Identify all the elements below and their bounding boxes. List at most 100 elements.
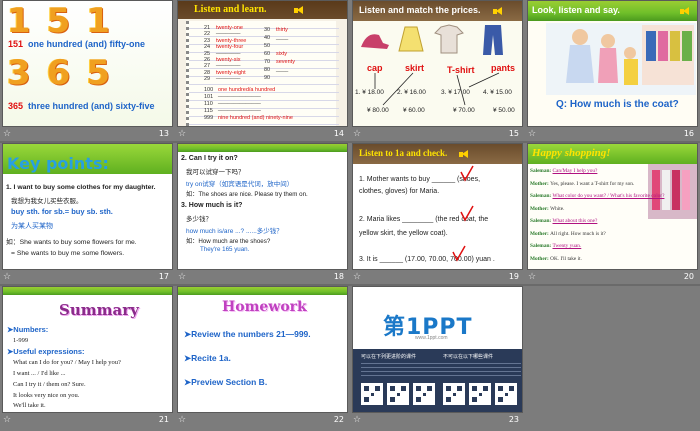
homework-item-3: ➤Preview Section B. xyxy=(184,377,268,387)
price-option-3: 3. ¥ 17.00 xyxy=(441,89,470,96)
price-option-1: 1. ¥ 18.00 xyxy=(355,89,384,96)
expression-1: What can I do for you? / May I help you? xyxy=(13,359,121,366)
dialogue-text: White. xyxy=(550,205,565,212)
slide-thumbnail-19[interactable]: Listen to 1a and check. 1. Mother wants … xyxy=(350,143,525,286)
info-right-caption: 不可以在以下哪些课件 xyxy=(443,354,494,360)
dialogue-text: Twenty yuan. xyxy=(552,243,582,249)
slide-20-canvas[interactable]: Happy shopping! Saleman: Can/May I help … xyxy=(527,143,698,270)
slide-thumbnail-22[interactable]: Homework ➤Review the numbers 21—999. ➤Re… xyxy=(175,286,350,429)
dialogue-line: Saleman: Twenty yuan. xyxy=(530,243,581,249)
number-70: 70 xyxy=(264,59,271,65)
number-80: 80 xyxy=(264,67,271,73)
slide-15-canvas[interactable]: Listen and match the prices. cap skirt T… xyxy=(352,0,523,127)
slide-19-transition-icon[interactable]: ☆ xyxy=(353,272,361,282)
slide-16-canvas[interactable]: Look, listen and say. Q: How much is the… xyxy=(527,0,698,127)
slide-22-title: Homework xyxy=(222,299,307,315)
slide-18-transition-icon[interactable]: ☆ xyxy=(178,272,186,282)
slide-18-number: 18 xyxy=(333,272,344,281)
number-21: 21 xyxy=(204,25,211,31)
price-option-4: 4. ¥ 15.00 xyxy=(483,89,512,96)
homework-item-1: ➤Review the numbers 21—999. xyxy=(184,329,311,339)
slide-14-transition-icon[interactable]: ☆ xyxy=(178,129,186,139)
slide-thumbnail-23[interactable]: 第1PPT www.1ppt.com 可以在下列更进阶的课件 不可以在以下哪些课… xyxy=(350,286,525,429)
speaker-icon xyxy=(294,6,303,15)
slide-22-canvas[interactable]: Homework ➤Review the numbers 21—999. ➤Re… xyxy=(177,286,348,413)
slide-23-canvas[interactable]: 第1PPT www.1ppt.com 可以在下列更进阶的课件 不可以在以下哪些课… xyxy=(352,286,523,413)
slide-20-transition-icon[interactable]: ☆ xyxy=(528,272,536,282)
slide-thumbnail-21[interactable]: Summary ➤Numbers: 1-999 ➤Useful expressi… xyxy=(0,286,175,429)
number-23: 23 xyxy=(204,37,211,44)
blank-22: ________ xyxy=(216,29,241,36)
slide-thumbnail-18[interactable]: 2. Can I try it on? 我可以试穿一下吗？ try on试穿（如… xyxy=(175,143,350,286)
slide-14-title: Listen and learn. xyxy=(194,4,267,15)
dialogue-line: Saleman: Can/May I help you? xyxy=(530,168,597,174)
word-30: thirty xyxy=(276,27,288,33)
slide-21-canvas[interactable]: Summary ➤Numbers: 1-999 ➤Useful expressi… xyxy=(2,286,173,413)
qr-code-group xyxy=(361,383,517,405)
slide-21-transition-icon[interactable]: ☆ xyxy=(3,415,11,425)
number-50: 50 xyxy=(264,43,271,49)
slide-20-number: 20 xyxy=(683,272,694,281)
price-value-1: ¥ 80.00 xyxy=(367,107,389,114)
slide-13-number: 13 xyxy=(158,129,169,138)
slide-13-transition-icon[interactable]: ☆ xyxy=(3,129,11,139)
slide-16-transition-icon[interactable]: ☆ xyxy=(528,129,536,139)
slide-22-number: 22 xyxy=(333,415,344,424)
point-3-example: 如：How much are the shoes? xyxy=(186,238,271,245)
slide-15-transition-icon[interactable]: ☆ xyxy=(353,129,361,139)
dialogue-text: OK. I'll take it. xyxy=(550,255,582,262)
dialogue-line: Mother: Yes, please. I want a T-shirt fo… xyxy=(530,181,634,187)
word-70: seventy xyxy=(276,59,295,65)
homework-item-2: ➤Recite 1a. xyxy=(184,353,231,363)
price-value-3: ¥ 70.00 xyxy=(453,107,475,114)
slide-thumbnail-13[interactable]: 151 151 one hundred (and) fifty-one 365 … xyxy=(0,0,175,143)
number-24: 24 xyxy=(204,44,211,51)
number-line-1: 151 one hundred (and) fifty-one xyxy=(8,39,146,49)
clothes-pictures xyxy=(361,24,503,55)
slide-17-canvas[interactable]: Key points: 1. I want to buy some clothe… xyxy=(2,143,173,270)
slide-20-title: Happy shopping! xyxy=(532,147,611,159)
number-100: 100 xyxy=(204,87,214,93)
slide-21-title: Summary xyxy=(59,301,139,319)
slide-thumbnail-15[interactable]: Listen and match the prices. cap skirt T… xyxy=(350,0,525,143)
point-2-note: try on试穿（如宾语是代词，放中间） xyxy=(186,181,294,188)
slide-thumbnail-16[interactable]: Look, listen and say. Q: How much is the… xyxy=(525,0,700,143)
number-27: 27 xyxy=(204,63,211,70)
number-line-2: 365 three hundred (and) sixty-five xyxy=(8,101,155,111)
point-3-title: 3. How much is it? xyxy=(181,202,243,209)
slide-thumbnail-17[interactable]: Key points: 1. I want to buy some clothe… xyxy=(0,143,175,286)
slide-13-canvas[interactable]: 151 151 one hundred (and) fifty-one 365 … xyxy=(2,0,173,127)
speaker-icon xyxy=(680,7,689,16)
slide-14-canvas[interactable]: Listen and learn. 21 twenty-one 22 ________… xyxy=(177,0,348,127)
speaker-icon xyxy=(493,7,502,16)
expression-4: It looks very nice on you. xyxy=(13,392,80,399)
speaker-label: Mother: xyxy=(530,205,551,212)
number-115: 115 xyxy=(204,108,213,114)
slide-thumbnail-14[interactable]: Listen and learn. 21 twenty-one 22 ________… xyxy=(175,0,350,143)
word-60: sixty xyxy=(276,51,287,57)
expressions-heading: ➤Useful expressions: xyxy=(7,347,85,356)
slide-18-canvas[interactable]: 2. Can I try it on? 我可以试穿一下吗？ try on试穿（如… xyxy=(177,143,348,270)
point-3-answer: They're 165 yuan. xyxy=(200,246,250,253)
slide-14-number: 14 xyxy=(333,129,344,138)
cap-image xyxy=(361,34,389,49)
blank-115: ______________ xyxy=(218,106,261,112)
number-22: 22 xyxy=(204,31,211,38)
expression-5: We'll take it. xyxy=(13,402,46,409)
price-option-2: 2. ¥ 16.00 xyxy=(397,89,426,96)
number-60: 60 xyxy=(264,51,271,57)
slide-sorter: 151 151 one hundred (and) fifty-one 365 … xyxy=(0,0,700,431)
dialogue-line: Mother: All right. How much is it? xyxy=(530,231,606,237)
number-25: 25 xyxy=(204,50,211,57)
slide-22-transition-icon[interactable]: ☆ xyxy=(178,415,186,425)
slide-17-transition-icon[interactable]: ☆ xyxy=(3,272,11,282)
dialogue-text: All right. How much is it? xyxy=(550,230,606,237)
speaker-label: Saleman: xyxy=(530,193,553,199)
speaker-label: Saleman: xyxy=(530,243,553,249)
slide-23-transition-icon[interactable]: ☆ xyxy=(353,415,361,425)
slide-19-canvas[interactable]: Listen to 1a and check. 1. Mother wants … xyxy=(352,143,523,270)
slide-thumbnail-20[interactable]: Happy shopping! Saleman: Can/May I help … xyxy=(525,143,700,286)
info-left-caption: 可以在下列更进阶的课件 xyxy=(361,354,417,360)
number-999: 999 xyxy=(204,115,214,121)
dialogue-line: Saleman: What color do you want? / What'… xyxy=(530,193,664,199)
